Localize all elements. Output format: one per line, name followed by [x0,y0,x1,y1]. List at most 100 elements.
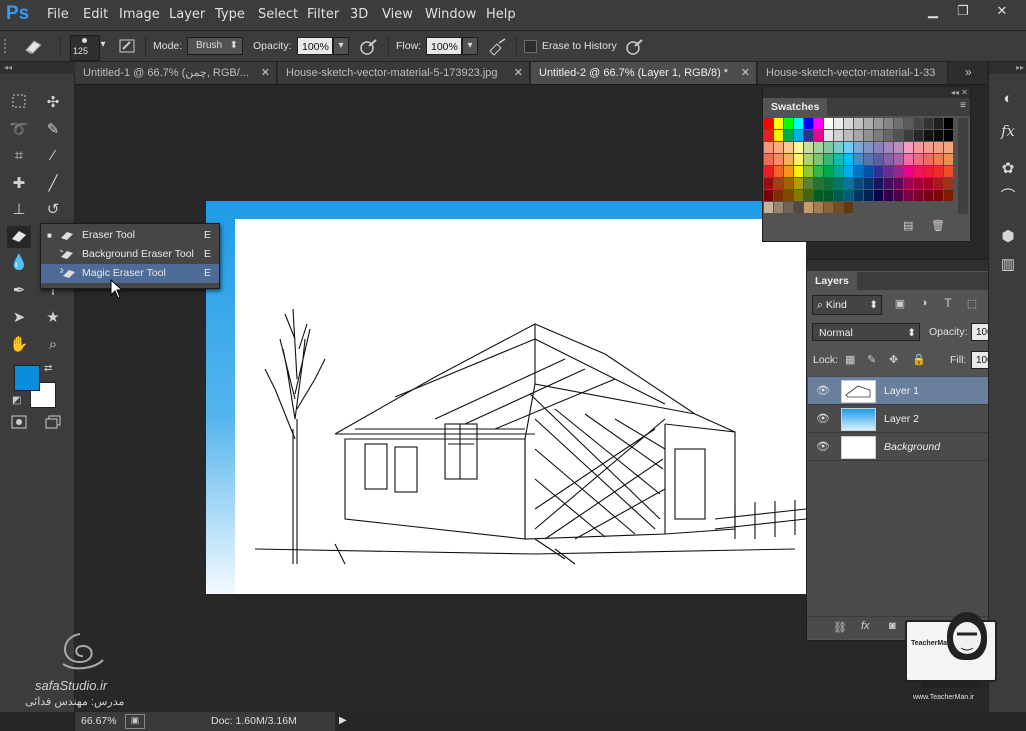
eraser-preset-icon[interactable] [20,36,46,56]
eraser-tool-icon[interactable] [7,226,31,248]
adjustments-icon[interactable]: ◐ [989,86,1026,112]
layer-name[interactable]: Background [884,441,940,453]
color-swatch[interactable] [824,202,833,213]
color-swatch[interactable] [854,190,863,201]
color-swatch[interactable] [784,190,793,201]
menu-window[interactable]: Window [425,7,476,22]
tab-house-sketch-1[interactable]: House-sketch-vector-material-1-33 [758,62,948,84]
color-swatch[interactable] [914,142,923,153]
color-swatch[interactable] [894,130,903,141]
paths-icon[interactable]: ⌒ [989,184,1026,210]
color-swatch[interactable] [844,202,853,213]
color-swatch[interactable] [944,154,953,165]
lock-pixels-icon[interactable]: ✎ [867,353,876,366]
close-icon[interactable]: ✕ [741,62,750,84]
color-swatch[interactable] [884,130,893,141]
blend-mode-select[interactable]: Normal ⬍ [812,323,920,341]
color-icon[interactable]: ✿ [989,156,1026,182]
color-swatch[interactable] [804,142,813,153]
layer-name[interactable]: Layer 2 [884,413,919,425]
color-swatch[interactable] [924,130,933,141]
swatches-tab[interactable]: Swatches [763,98,828,116]
color-swatch[interactable] [914,190,923,201]
color-swatch[interactable] [864,190,873,201]
color-swatch[interactable] [864,130,873,141]
color-swatch[interactable] [764,202,773,213]
type-filter-icon[interactable]: T [941,296,955,310]
color-swatch[interactable] [864,142,873,153]
color-swatch[interactable] [874,178,883,189]
color-swatch[interactable] [874,166,883,177]
color-swatch[interactable] [804,178,813,189]
color-swatch[interactable] [924,190,933,201]
quick-mask-icon[interactable] [7,414,31,436]
brush-tool-icon[interactable]: ╱ [41,173,65,195]
color-swatch[interactable] [914,154,923,165]
close-icon[interactable]: ✕ [514,62,523,84]
color-swatch[interactable] [894,166,903,177]
color-swatch[interactable] [934,166,943,177]
marquee-tool-icon[interactable] [7,92,31,114]
color-swatch[interactable] [854,178,863,189]
color-swatch[interactable] [844,130,853,141]
color-swatch[interactable] [814,202,823,213]
healing-brush-tool-icon[interactable]: ✚ [7,173,31,195]
color-swatch[interactable] [944,130,953,141]
color-swatch[interactable] [844,190,853,201]
color-swatch[interactable] [794,142,803,153]
default-colors-icon[interactable]: ◩ [12,395,21,406]
eye-icon[interactable]: 👁 [816,440,830,453]
color-swatch[interactable] [834,154,843,165]
color-swatch[interactable] [764,154,773,165]
color-swatch[interactable] [774,166,783,177]
color-swatch[interactable] [844,142,853,153]
panel-menu-icon[interactable]: ≡ [960,100,966,111]
color-swatch[interactable] [874,154,883,165]
color-swatch[interactable] [894,118,903,129]
adjustment-filter-icon[interactable]: ◑ [917,297,931,309]
zoom-level[interactable]: 66.67% [81,715,117,727]
color-swatch[interactable] [894,178,903,189]
color-swatch[interactable] [934,118,943,129]
screen-mode-icon[interactable] [41,414,65,436]
shape-filter-icon[interactable]: ⬚ [965,297,979,310]
status-menu-icon[interactable]: ▶ [339,715,347,726]
menu-help[interactable]: Help [486,7,516,22]
brush-panel-toggle-icon[interactable] [118,37,138,55]
color-swatch[interactable] [834,190,843,201]
color-swatch[interactable] [934,154,943,165]
fx-icon[interactable]: fx [861,620,870,632]
color-swatch[interactable] [914,130,923,141]
menu-image[interactable]: Image [119,7,160,22]
flyout-item-background-eraser[interactable]: Background Eraser Tool E [41,245,219,264]
trash-icon[interactable]: 🗑 [931,219,945,232]
color-swatch[interactable] [834,178,843,189]
layers-tab[interactable]: Layers [807,272,857,290]
opacity-input[interactable]: 100% [297,37,333,55]
color-swatch[interactable] [784,118,793,129]
color-swatch[interactable] [814,190,823,201]
brush-dropdown-icon[interactable]: ▾ [98,37,108,55]
color-swatch[interactable] [844,154,853,165]
restore-button[interactable]: ❐ [948,1,978,23]
color-swatch[interactable] [804,166,813,177]
color-swatch[interactable] [934,130,943,141]
tools-collapse-icon[interactable]: ◂◂ [0,62,78,74]
color-swatch[interactable] [824,154,833,165]
color-swatch[interactable] [764,142,773,153]
pen-tool-icon[interactable]: ✒ [7,280,31,302]
move-tool-icon[interactable]: ✣ [41,92,65,114]
color-swatch[interactable] [894,190,903,201]
tab-untitled-1[interactable]: Untitled-1 @ 66.7% (چمن, RGB/... ✕ [75,62,277,84]
color-swatch[interactable] [784,154,793,165]
color-swatch[interactable] [904,142,913,153]
color-swatch[interactable] [824,130,833,141]
color-swatch[interactable] [784,178,793,189]
color-swatch[interactable] [824,166,833,177]
color-swatch[interactable] [844,178,853,189]
color-swatch[interactable] [904,166,913,177]
blur-tool-icon[interactable]: 💧 [7,252,31,274]
color-swatch[interactable] [944,190,953,201]
color-swatch[interactable] [784,202,793,213]
color-swatch[interactable] [864,166,873,177]
